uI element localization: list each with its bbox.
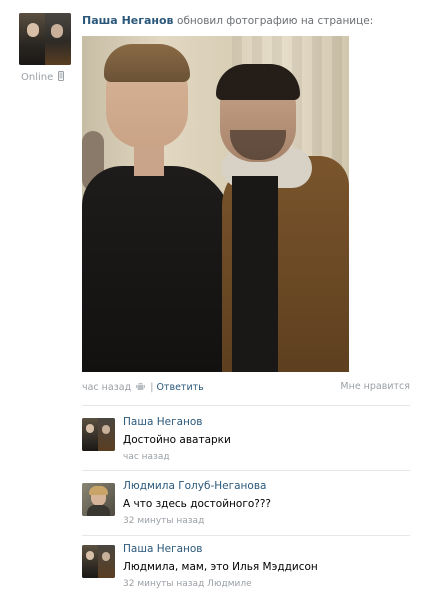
commenter-name[interactable]: Паша Неганов [123,543,203,555]
online-label: Online [21,72,54,83]
commenter-name[interactable]: Людмила Голуб-Неганова [123,480,266,492]
comment-time[interactable]: час назад [123,452,170,462]
comment-text: Людмила, мам, это Илья Мэддисон [123,561,318,573]
separator [82,405,410,406]
mobile-icon [58,71,65,81]
reply-to-link[interactable]: Людмиле [207,579,252,589]
post-footer: час назад | Ответить [82,381,232,395]
comment-text: А что здесь достойного??? [123,498,271,510]
commenter-avatar[interactable] [82,545,115,578]
online-status: Online [21,71,81,85]
separator [82,470,410,471]
commenter-name[interactable]: Паша Неганов [123,416,203,428]
like-label[interactable]: Мне нравится [340,381,410,392]
reply-link[interactable]: Ответить [156,382,203,393]
comment-text: Достойно аватарки [123,434,231,446]
commenter-avatar[interactable] [82,483,115,516]
author-name[interactable]: Паша Неганов [82,14,174,27]
comment-meta: 32 минуты назад Людмиле [123,579,252,589]
like-button[interactable]: Мне нравится [320,381,410,395]
separator [82,535,410,536]
author-avatar[interactable] [19,13,71,65]
comment-time[interactable]: 32 минуты назад [123,579,204,589]
footer-divider: | [150,382,154,393]
post-photo[interactable] [82,36,349,372]
android-icon [136,381,146,391]
post-header: Паша Неганов обновил фотографию на стран… [82,14,422,30]
post-time[interactable]: час назад [82,382,131,393]
post-action: обновил фотографию на странице: [177,15,374,27]
comment-time[interactable]: 32 минуты назад [123,516,204,526]
commenter-avatar[interactable] [82,418,115,451]
